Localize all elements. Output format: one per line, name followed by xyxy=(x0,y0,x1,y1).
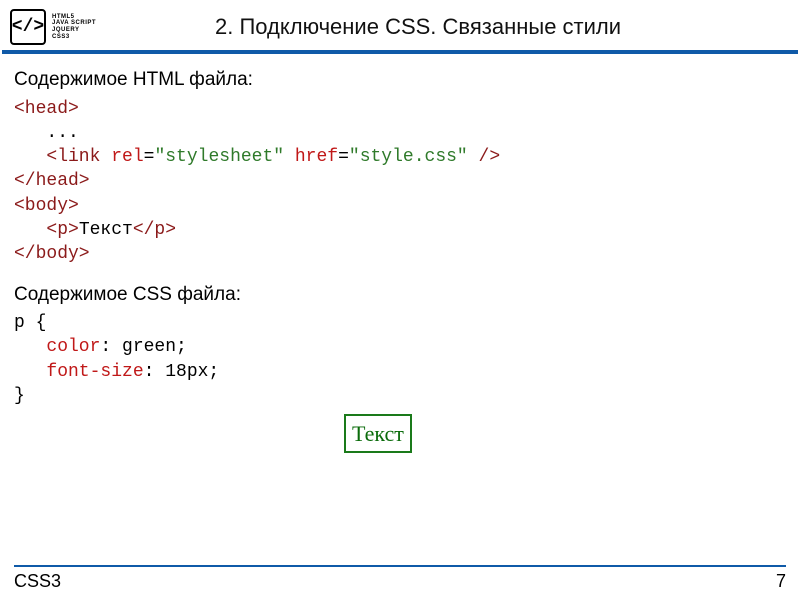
logo-line: JAVA SCRIPT xyxy=(52,20,96,27)
code-token: Текст xyxy=(79,220,133,240)
code-token: "stylesheet" xyxy=(154,147,284,167)
code-token: = xyxy=(338,147,349,167)
code-token: rel xyxy=(100,147,143,167)
logo-text: HTML5 JAVA SCRIPT JQUERY CSS3 xyxy=(52,14,96,40)
logo: </> HTML5 JAVA SCRIPT JQUERY CSS3 xyxy=(10,9,96,45)
code-token xyxy=(14,147,46,167)
code-token: : 18px; xyxy=(144,362,220,382)
page-number: 7 xyxy=(776,571,786,592)
code-token: <head> xyxy=(14,99,79,119)
html-file-label: Содержимое HTML файла: xyxy=(14,66,786,95)
code-token: <p> xyxy=(46,220,78,240)
code-token: font-size xyxy=(46,362,143,382)
html-code-block: <head> ... <link rel="stylesheet" href="… xyxy=(14,97,786,267)
code-token: p { xyxy=(14,313,46,333)
code-token: color xyxy=(46,337,100,357)
code-token: </body> xyxy=(14,244,90,264)
code-token: href xyxy=(284,147,338,167)
slide-title: 2. Подключение CSS. Связанные стили xyxy=(96,14,790,40)
slide-content: Содержимое HTML файла: <head> ... <link … xyxy=(0,54,800,465)
code-token: /> xyxy=(468,147,500,167)
code-token: <body> xyxy=(14,196,79,216)
code-token: </p> xyxy=(133,220,176,240)
logo-line: CSS3 xyxy=(52,34,96,41)
slide-footer: CSS3 7 xyxy=(0,565,800,592)
code-token xyxy=(14,220,46,240)
divider-bottom xyxy=(14,565,786,567)
code-token: </head> xyxy=(14,171,90,191)
logo-line: HTML5 xyxy=(52,14,96,21)
footer-topic: CSS3 xyxy=(14,571,61,592)
rendered-output-sample: Текст xyxy=(344,414,412,453)
slide-header: </> HTML5 JAVA SCRIPT JQUERY CSS3 2. Под… xyxy=(0,0,800,50)
code-token: = xyxy=(144,147,155,167)
css-code-block: p { color: green; font-size: 18px; } xyxy=(14,311,786,408)
code-token xyxy=(14,337,46,357)
code-token: <link xyxy=(46,147,100,167)
logo-line: JQUERY xyxy=(52,27,96,34)
logo-box-icon: </> xyxy=(10,9,46,45)
code-token xyxy=(14,362,46,382)
css-file-label: Содержимое CSS файла: xyxy=(14,281,786,310)
code-token: ... xyxy=(14,123,79,143)
code-token: : green; xyxy=(100,337,186,357)
code-token: } xyxy=(14,386,25,406)
code-token: "style.css" xyxy=(349,147,468,167)
